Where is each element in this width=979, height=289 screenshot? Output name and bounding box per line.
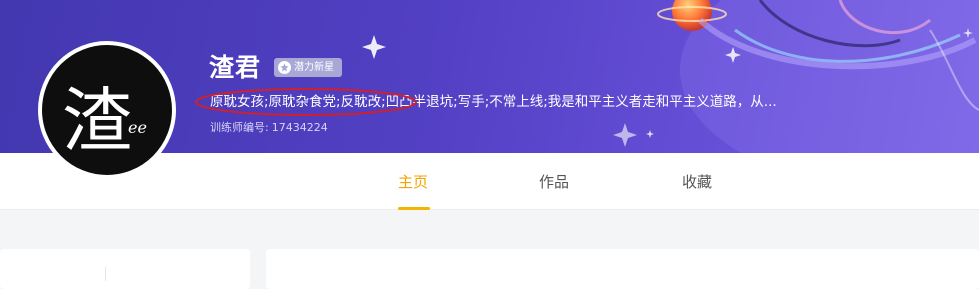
avatar-suffix: ee [128,118,147,137]
trainer-id-label: 训练师编号: [210,121,269,134]
tab-favorites[interactable]: 收藏 [682,153,712,209]
badge-label: 潜力新星 [294,62,334,73]
active-tab-indicator [398,207,430,210]
sidebar-card [0,249,250,289]
avatar-calligraphy: 渣 ee [62,80,147,162]
sparkle-icon [646,130,654,138]
trainer-id-value: 17434224 [271,121,328,134]
star-badge-icon [278,61,291,74]
avatar[interactable]: 渣 ee [38,41,176,179]
tab-home[interactable]: 主页 [398,153,428,209]
divider [105,267,106,281]
tab-works[interactable]: 作品 [539,153,569,209]
status-badge: 潜力新星 [274,58,342,77]
sparkle-icon [613,123,637,147]
avatar-glyph: 渣 [62,80,132,162]
annotation-ellipse [195,88,417,116]
profile-username: 渣君 [209,53,262,82]
trainer-id: 训练师编号: 17434224 [210,120,331,136]
sparkle-icon [362,35,386,59]
content-card [266,249,979,289]
